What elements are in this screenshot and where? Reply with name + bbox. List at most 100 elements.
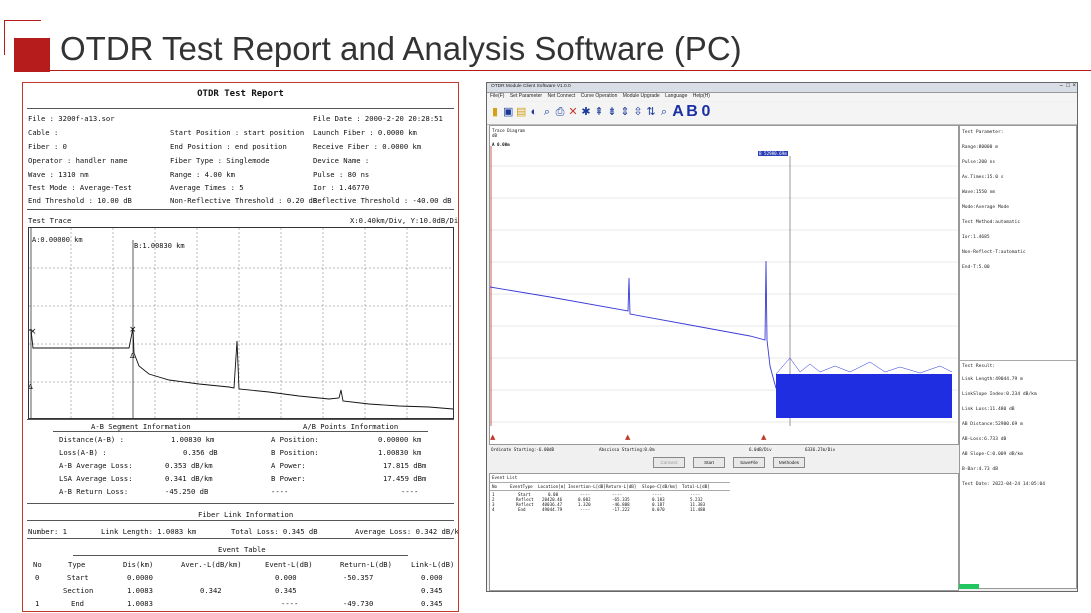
minimize-icon[interactable]: – <box>1060 83 1063 89</box>
test-result-line: B-Bar:4.73 dB <box>962 467 998 472</box>
event-list-cell[interactable]: 4 <box>492 507 495 512</box>
info-file-date: File Date : 2000-2-20 20:28:51 <box>313 114 443 123</box>
event-table-cell: 0.000 <box>421 573 443 582</box>
event-list-cell[interactable]: ---- <box>580 507 590 512</box>
divider <box>27 108 454 109</box>
record-icon[interactable]: ◐ <box>529 105 539 119</box>
settings-icon[interactable]: ✱ <box>581 105 591 119</box>
info-receive-fiber: Receive Fiber : 0.0000 km <box>313 142 422 151</box>
save-file-button[interactable]: SaveFile <box>733 457 765 468</box>
cursor-a-button[interactable]: A <box>672 104 684 120</box>
event-list-cell[interactable]: 11.480 <box>690 507 705 512</box>
connect-button[interactable]: Connect <box>653 457 685 468</box>
start-button[interactable]: Start <box>693 457 725 468</box>
event-list-cell[interactable]: End <box>518 507 526 512</box>
cross-icon[interactable]: ✕ <box>568 105 578 119</box>
test-result-line: AB Slope-C:0.009 dB/km <box>962 452 1023 457</box>
event-list-cell[interactable]: 49044.79 <box>542 507 562 512</box>
test-parameter-line: Pulse:200 ns <box>962 160 996 165</box>
ab-points-value: 1.00830 km <box>378 448 422 457</box>
y-per-div: 6.0dB/Div <box>749 447 772 452</box>
info-start-position: Start Position : start position <box>170 128 305 137</box>
event-table-cell: 0.345 <box>421 599 443 608</box>
marker-b-label: B:1.00830 km <box>134 242 185 250</box>
menu-set-parameter[interactable]: Set Parameter <box>510 93 542 99</box>
info-end-position: End Position : end position <box>170 142 287 151</box>
save-icon[interactable]: ▣ <box>503 105 513 119</box>
event-table-cell: 1.0083 <box>127 599 153 608</box>
export-icon[interactable]: ▤ <box>516 105 526 119</box>
ab-segment-label: LSA Average Loss: <box>59 474 133 483</box>
marker-icon[interactable]: ⇞ <box>594 105 604 119</box>
event-table-cell: 0.345 <box>275 586 297 595</box>
ab-segment-value: 1.00830 km <box>171 435 215 444</box>
test-parameter-line: Non-Reflect-T:automatic <box>962 250 1026 255</box>
ab-segment-label: A-B Return Loss: <box>59 487 129 496</box>
marker-icon[interactable]: ⇕ <box>620 105 630 119</box>
open-folder-icon[interactable]: ▮ <box>490 105 500 119</box>
fiber-link-number: Number: 1 <box>28 527 67 536</box>
slide-title: OTDR Test Report and Analysis Software (… <box>60 30 742 67</box>
print-icon[interactable]: ⎙ <box>555 105 565 119</box>
marker-icon[interactable]: ⇳ <box>633 105 643 119</box>
test-result-line: LinkSlope Index:0.234 dB/km <box>962 392 1037 397</box>
svg-text:▲: ▲ <box>761 433 767 441</box>
ab-segment-label: A-B Average Loss: <box>59 461 133 470</box>
abscissa-start: Abscissa Starting:0.0m <box>599 447 655 452</box>
status-indicator <box>959 584 979 589</box>
search-icon[interactable]: ⌕ <box>659 105 669 119</box>
window-titlebar[interactable]: OTDR Module Client Software V1.0.0 – □ × <box>487 83 1077 93</box>
zoom-icon[interactable]: ⌕ <box>542 105 552 119</box>
menu-language[interactable]: Language <box>665 93 687 99</box>
ab-points-label: ---- <box>271 487 289 496</box>
menu-module-upgrade[interactable]: Module Upgrade <box>623 93 660 99</box>
test-parameter-line: Wave:1550 nm <box>962 190 996 195</box>
menu-file[interactable]: File(F) <box>490 93 504 99</box>
menu-curve-operation[interactable]: Curve Operation <box>581 93 618 99</box>
otdr-test-report: OTDR Test Report File : 3200f-a13.sor Fi… <box>22 82 459 612</box>
fiber-link-total-loss: Total Loss: 0.345 dB <box>231 527 318 536</box>
event-table-cell: 1.0083 <box>127 586 153 595</box>
info-average-times: Average Times : 5 <box>170 183 244 192</box>
menu-bar: File(F) Set Parameter Net Connect Curve … <box>487 93 1077 101</box>
cursor-b-button[interactable]: B <box>686 104 698 120</box>
menu-help[interactable]: Help(H) <box>693 93 710 99</box>
cursor-zero-button[interactable]: 0 <box>700 104 712 120</box>
marker-icon[interactable]: ⇟ <box>607 105 617 119</box>
event-list-cell[interactable]: 0.070 <box>652 507 665 512</box>
toolbar: ▮ ▣ ▤ ◐ ⌕ ⎙ ✕ ✱ ⇞ ⇟ ⇕ ⇳ ⇅ ⌕ A B 0 <box>487 102 1077 125</box>
test-trace-scale: X:0.40km/Div, Y:10.0dB/Div <box>350 216 459 225</box>
otdr-client-window: OTDR Module Client Software V1.0.0 – □ ×… <box>486 82 1078 592</box>
test-parameter-line: Test Method:automatic <box>962 220 1021 225</box>
test-parameter-line: Ior:1.4685 <box>962 235 990 240</box>
event-table-title: Event Table <box>218 545 266 554</box>
event-table-cell: Start <box>67 573 89 582</box>
info-ior: Ior : 1.46770 <box>313 183 370 192</box>
test-result-line: AB-Loss:6.733 dB <box>962 437 1007 442</box>
ab-points-label: A Position: <box>271 435 319 444</box>
marker-icon[interactable]: ⇅ <box>646 105 656 119</box>
x-per-div: 6336.27m/Div <box>805 447 836 452</box>
trace-diagram[interactable]: Trace Diagram dB A 0.00m B 52980.69m ▲ ▲… <box>489 125 959 445</box>
divider <box>27 209 454 210</box>
close-icon[interactable]: × <box>1072 83 1076 89</box>
info-reflective-threshold: Reflective Threshold : -40.00 dB <box>313 196 452 205</box>
divider <box>27 419 454 420</box>
event-list-cell[interactable]: -17.222 <box>612 507 630 512</box>
event-table-cell: 0.000 <box>275 573 297 582</box>
divider <box>53 431 428 432</box>
info-device-name: Device Name : <box>313 156 370 165</box>
svg-text:Δ: Δ <box>130 352 135 360</box>
methodes-button[interactable]: Methodes <box>773 457 805 468</box>
report-title: OTDR Test Report <box>197 89 284 99</box>
menu-net-connect[interactable]: Net Connect <box>547 93 575 99</box>
event-table-header: Return-L(dB) <box>340 560 392 569</box>
ab-points-label: B Position: <box>271 448 319 457</box>
ab-points-title: A/B Points Information <box>303 422 399 431</box>
ab-points-value: 17.815 dBm <box>383 461 427 470</box>
info-fiber: Fiber : 0 <box>28 142 67 151</box>
event-table-cell: 0 <box>35 573 40 582</box>
svg-text:×: × <box>29 327 37 337</box>
test-result-line: Test Date: 2022-04-24 14:05:04 <box>962 482 1045 487</box>
maximize-icon[interactable]: □ <box>1066 83 1070 89</box>
